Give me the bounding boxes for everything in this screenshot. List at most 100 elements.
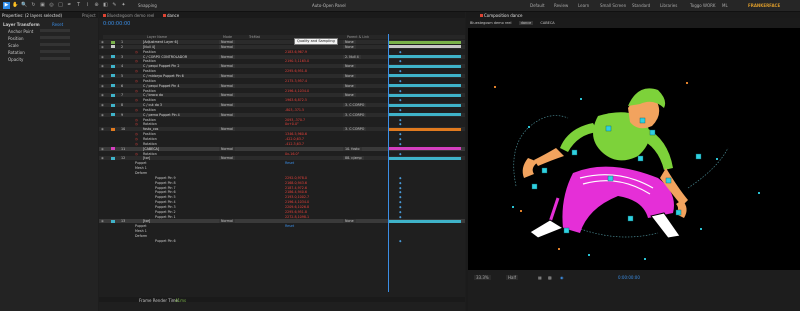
pan-behind-tool-icon[interactable]: ◎ (48, 2, 55, 9)
layer-name[interactable]: [tor] (143, 156, 150, 160)
layer-label-color[interactable] (111, 74, 115, 78)
stopwatch-icon[interactable]: ◷ (135, 142, 138, 146)
layer-label-color[interactable] (111, 127, 115, 131)
crumb-dance[interactable]: dance (518, 21, 534, 25)
property-row[interactable]: ◷ Rotation 0x-16.0° ◆ (99, 152, 465, 156)
transparency-grid-icon[interactable]: ▩ (548, 275, 552, 280)
scale-value-field[interactable] (40, 43, 70, 46)
eye-icon[interactable]: ◉ (101, 156, 104, 160)
puppet-pin-row[interactable]: Puppet Pin 9 2292.0,978.0 ◆ (99, 176, 465, 180)
pin-position-value[interactable]: 2186.4,940.6 (285, 190, 307, 194)
clone-tool-icon[interactable]: ⊕ (93, 2, 100, 9)
layer-parent-dropdown[interactable]: None (343, 40, 356, 44)
reset-link[interactable]: Reset (52, 22, 63, 27)
property-row[interactable]: ◷ Rotation -422.0,63.7 ◆ (99, 137, 465, 141)
keyframe-icon[interactable]: ◆ (399, 108, 402, 112)
current-time-indicator[interactable] (388, 34, 389, 292)
property-value[interactable]: -803,-371.5 (285, 108, 304, 112)
region-of-interest-icon[interactable]: ▦ (538, 275, 542, 280)
keyframe-icon[interactable]: ◆ (399, 195, 402, 199)
group-name[interactable]: Deform (135, 171, 147, 175)
property-row[interactable]: ◷ Position -803,-371.5 ◆ (99, 108, 465, 112)
keyframe-icon[interactable]: ◆ (399, 186, 402, 190)
layer-mode-dropdown[interactable]: Normal (219, 156, 235, 161)
workspace-toggo-work[interactable]: Toggo WORK (690, 3, 716, 8)
layer-duration-bar[interactable] (389, 74, 461, 78)
layer-parent-dropdown[interactable]: 10. fosto (343, 146, 362, 151)
layer-parent-dropdown[interactable]: None (343, 219, 356, 224)
stopwatch-icon[interactable]: ◷ (135, 98, 138, 102)
stopwatch-icon[interactable]: ◷ (135, 132, 138, 136)
eye-icon[interactable]: ◉ (101, 84, 104, 88)
property-row[interactable]: ◷ Position 1963.6,872.5 ◆ (99, 98, 465, 102)
pin-position-value[interactable]: 2187.4,972.6 (285, 186, 307, 190)
keyframe-icon[interactable]: ◆ (399, 205, 402, 209)
keyframe-icon[interactable]: ◆ (399, 122, 402, 126)
pin-position-value[interactable]: 2196.4,1034.0 (285, 200, 309, 204)
layer-row[interactable]: ◉ 2 [Null 4] Normal None (99, 44, 465, 49)
property-group-row[interactable]: Mesh 1 (99, 229, 465, 233)
resolution-dropdown[interactable]: Half (506, 275, 518, 280)
property-row[interactable]: ◷ Position 2196.4,1034.0 ◆ (99, 89, 465, 93)
keyframe-icon[interactable]: ◆ (399, 98, 402, 102)
stopwatch-icon[interactable]: ◷ (135, 122, 138, 126)
property-value[interactable]: 1346.5,960.6 (285, 132, 307, 136)
layer-row[interactable]: ◉ 3 C / CORPO CONTROLADOR Normal 2. Null 4 (99, 54, 465, 59)
layer-parent-dropdown[interactable]: 3. C CORPO (343, 112, 367, 117)
layer-duration-bar[interactable] (389, 55, 461, 59)
layer-name[interactable]: [CABECA] (143, 147, 159, 151)
layer-row[interactable]: ◉ 4 C / pequi Puppet Pin 2 Normal None (99, 64, 465, 69)
puppet-pin-row[interactable]: Puppet Pin 6 2186.4,940.6 ◆ (99, 190, 465, 194)
layer-row[interactable]: ◉ 7 C / braco do Normal None (99, 93, 465, 98)
puppet-pin-row[interactable]: Puppet Pin 3 2209.6,1026.8 ◆ (99, 205, 465, 209)
pin-position-value[interactable]: 2292.0,978.0 (285, 176, 307, 180)
layer-duration-bar[interactable] (389, 127, 461, 131)
workspace-ml[interactable]: ML (722, 3, 728, 8)
tab-properties[interactable]: Properties: (2 layers selected) (2, 13, 62, 18)
keyframe-icon[interactable]: ◆ (399, 176, 402, 180)
layer-duration-bar[interactable] (389, 103, 461, 107)
property-row[interactable]: ◷ Position 2093,-370.7 ◆ (99, 118, 465, 122)
layer-duration-bar[interactable] (389, 40, 461, 44)
property-row[interactable]: ◷ Position 2183.6,967.9 ◆ (99, 50, 465, 54)
layer-label-color[interactable] (111, 45, 115, 49)
layer-label-color[interactable] (111, 113, 115, 117)
property-value[interactable]: 2093,-370.7 (285, 118, 305, 122)
eye-icon[interactable]: ◉ (101, 45, 104, 49)
puppet-pin-row[interactable]: Puppet Pin 5 2193.0,1002.7 ◆ (99, 195, 465, 199)
pen-tool-icon[interactable]: ✒ (66, 2, 73, 9)
eraser-tool-icon[interactable]: ◧ (102, 2, 109, 9)
layer-row[interactable]: ◉ 10 fosto_cos Normal 3. C CORPO (99, 127, 465, 132)
property-value[interactable]: 0x+0.0° (285, 122, 299, 126)
layer-mode-dropdown[interactable]: Normal (219, 127, 235, 132)
layer-label-color[interactable] (111, 64, 115, 68)
pin-position-value[interactable]: 2209.6,1026.8 (285, 205, 309, 209)
workspace-small-screen[interactable]: Small Screen (600, 3, 626, 8)
property-value[interactable]: 2183.6,967.9 (285, 50, 307, 54)
property-row[interactable]: ◷ Position 1346.5,960.6 ◆ (99, 132, 465, 136)
layer-row[interactable]: ◉ 8 C / cut do 3 Normal 3. C CORPO (99, 103, 465, 108)
keyframe-icon[interactable]: ◆ (399, 181, 402, 185)
layer-mode-dropdown[interactable]: Normal (219, 93, 235, 98)
layer-row[interactable]: ◉ 5 C / midoryo Puppet Pin 6 Normal None (99, 73, 465, 78)
layer-mode-dropdown[interactable]: Normal (219, 73, 235, 78)
layer-name[interactable]: [tor] (143, 219, 150, 223)
layer-mode-dropdown[interactable]: Normal (219, 146, 235, 151)
keyframe-icon[interactable]: ◆ (399, 89, 402, 93)
eye-icon[interactable]: ◉ (101, 74, 104, 78)
layer-parent-dropdown[interactable]: None (343, 73, 356, 78)
property-group-row[interactable]: Puppet Reset (99, 224, 465, 228)
property-group-row[interactable]: Deform (99, 234, 465, 238)
group-name[interactable]: Puppet (135, 224, 147, 228)
group-name[interactable]: Mesh 1 (135, 229, 147, 233)
layer-name[interactable]: C / cut do 3 (143, 103, 162, 107)
keyframe-icon[interactable]: ◆ (399, 69, 402, 73)
layer-parent-dropdown[interactable]: None (343, 83, 356, 88)
property-group-row[interactable]: Deform (99, 171, 465, 175)
layer-parent-dropdown[interactable]: 88. c/amp (343, 156, 364, 161)
keyframe-icon[interactable]: ◆ (399, 59, 402, 63)
zoom-dropdown[interactable]: 33.3% (474, 275, 491, 280)
group-reset-link[interactable]: Reset (285, 161, 294, 165)
group-name[interactable]: Mesh 1 (135, 166, 147, 170)
camera-tool-icon[interactable]: ▣ (39, 2, 46, 9)
